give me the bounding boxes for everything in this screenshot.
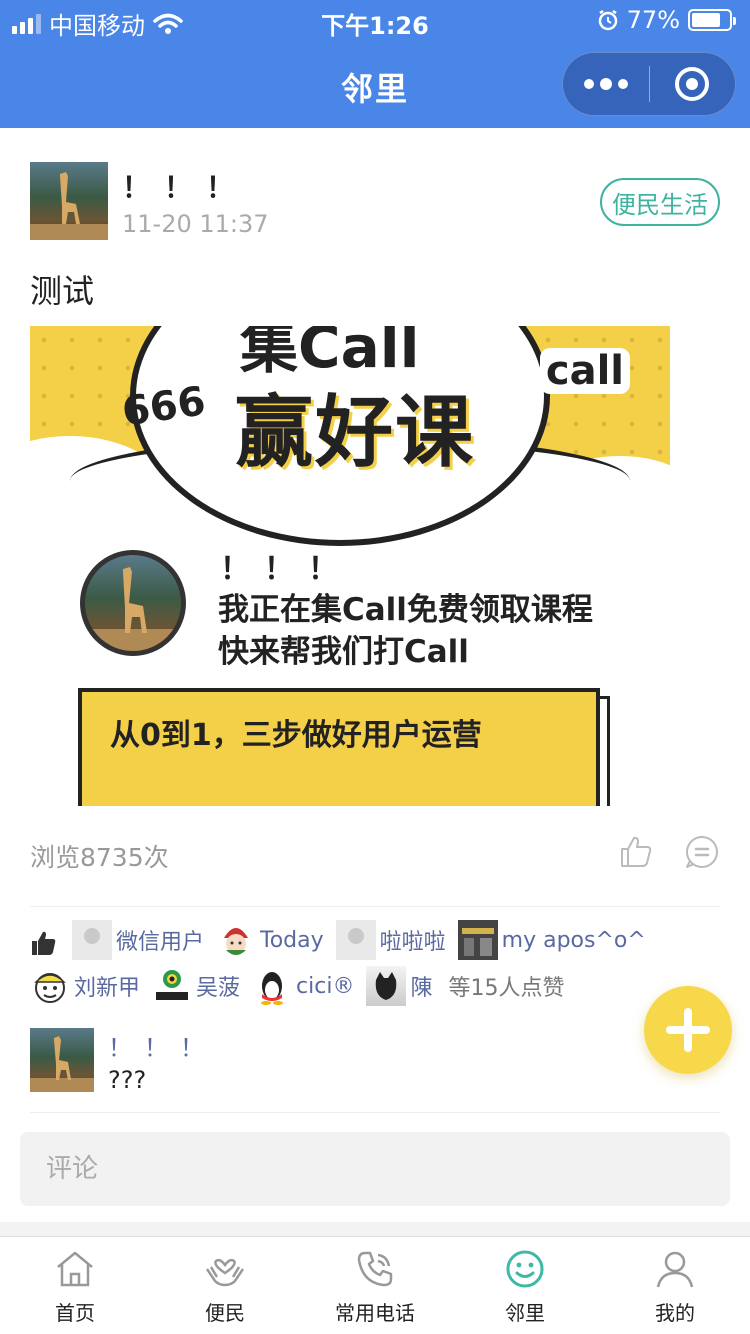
liker-avatar: [252, 966, 293, 1006]
liker-item[interactable]: 啦啦啦: [335, 920, 446, 960]
status-bar: 中国移动 下午1:26 77%: [0, 0, 750, 40]
close-miniprogram-button[interactable]: [650, 52, 736, 116]
poster-title-main: 赢好课: [235, 388, 476, 478]
bottom-tab-bar: 首页 便民 常用电话 邻里 我的: [0, 1236, 750, 1334]
tab-label: 我的: [655, 1301, 695, 1325]
comment-text: ???: [108, 1066, 147, 1094]
liker-name: cici®: [296, 973, 355, 999]
tab-home[interactable]: 首页: [0, 1237, 150, 1334]
comment-input[interactable]: [20, 1132, 730, 1206]
home-icon: [57, 1251, 93, 1287]
poster-course-card: 从0到1，三步做好用户运营: [78, 688, 600, 806]
liker-name: Today: [260, 927, 324, 953]
more-dot-icon: [583, 79, 594, 89]
poster-user-name: ！！！: [220, 552, 352, 587]
target-icon: [675, 67, 710, 101]
likers-list: 微信用户 Today 啦啦啦 my apos^o^ 刘新甲 吴菠 cici® 陳…: [30, 920, 730, 1006]
tab-profile[interactable]: 我的: [600, 1237, 750, 1334]
liker-avatar: [152, 966, 193, 1006]
more-button[interactable]: [563, 52, 649, 116]
likes-summary[interactable]: 等15人点赞: [448, 970, 564, 1002]
tab-phone[interactable]: 常用电话: [300, 1237, 450, 1334]
commenter-name[interactable]: ！！！: [108, 1028, 216, 1063]
divider: [30, 1112, 720, 1113]
thumbs-up-icon[interactable]: [618, 834, 654, 870]
add-post-button[interactable]: [644, 986, 732, 1074]
battery-icon: [688, 9, 736, 31]
liker-name: 啦啦啦: [379, 930, 446, 955]
giraffe-icon: [30, 1036, 94, 1092]
post-header: ！！！ 11-20 11:37 便民生活: [30, 162, 720, 242]
liker-item[interactable]: Today: [216, 920, 324, 960]
liker-item[interactable]: 陳: [366, 966, 432, 1006]
tab-label: 常用电话: [335, 1301, 415, 1325]
view-count: 浏览8735次: [30, 843, 169, 872]
phone-icon: [357, 1251, 393, 1287]
liker-name: 刘新甲: [74, 976, 141, 1001]
commenter-avatar[interactable]: [30, 1028, 94, 1092]
liker-avatar: [72, 920, 112, 960]
section-gap: [0, 1222, 750, 1236]
miniprogram-capsule: [562, 52, 736, 116]
author-name[interactable]: ！！！: [122, 166, 248, 206]
tab-label: 邻里: [505, 1301, 545, 1325]
liker-item[interactable]: cici®: [252, 966, 354, 1006]
liker-avatar: [335, 920, 376, 960]
liker-item[interactable]: 吴菠: [152, 966, 240, 1006]
divider: [30, 906, 720, 907]
top-header: 中国移动 下午1:26 77% 邻里: [0, 0, 750, 128]
tab-label: 便民: [205, 1301, 245, 1325]
post-image[interactable]: 集Call 赢好课 666 call ！！！ 我正在集Call免费领取课程 快来…: [30, 326, 670, 806]
liker-name: 陳: [410, 976, 433, 1001]
status-right: 77%: [597, 6, 736, 34]
post-text: 测试: [30, 272, 95, 310]
poster-line-2: 快来帮我们打Call: [218, 634, 469, 670]
tab-label: 首页: [55, 1301, 95, 1325]
author-avatar[interactable]: [30, 162, 108, 240]
poster-line-1: 我正在集Call免费领取课程: [218, 592, 593, 628]
liked-thumb-icon: [32, 931, 56, 955]
liker-name: 微信用户: [116, 930, 205, 955]
comment-icon[interactable]: [684, 834, 720, 870]
liker-item[interactable]: my apos^o^: [457, 920, 646, 960]
more-dot-icon: [617, 79, 628, 89]
alarm-icon: [598, 9, 617, 31]
category-tag[interactable]: 便民生活: [600, 178, 720, 226]
plus-icon: [684, 1008, 692, 1052]
poster-avatar: [80, 550, 186, 656]
liker-avatar: [457, 920, 498, 960]
liker-name: 吴菠: [196, 976, 241, 1001]
liker-avatar: [30, 966, 70, 1006]
liker-avatar: [216, 920, 257, 960]
post-time: 11-20 11:37: [122, 210, 269, 238]
giraffe-icon: [30, 172, 108, 240]
more-dot-icon: [599, 78, 612, 90]
battery-fill: [692, 13, 720, 27]
heart-hands-icon: [205, 1258, 245, 1287]
tab-convenience[interactable]: 便民: [150, 1237, 300, 1334]
comment-item: ！！！ ???: [30, 1028, 720, 1100]
liker-name: my apos^o^: [501, 927, 646, 953]
battery-percent: 77%: [626, 6, 680, 34]
liker-item[interactable]: 微信用户: [72, 920, 204, 960]
giraffe-icon: [85, 567, 181, 651]
user-icon: [656, 1251, 694, 1288]
liker-avatar: [366, 966, 407, 1006]
smile-icon: [506, 1250, 544, 1288]
poster-deco-call: call: [539, 348, 630, 394]
liker-item[interactable]: 刘新甲: [30, 966, 140, 1006]
tab-neighbors[interactable]: 邻里: [450, 1237, 600, 1334]
